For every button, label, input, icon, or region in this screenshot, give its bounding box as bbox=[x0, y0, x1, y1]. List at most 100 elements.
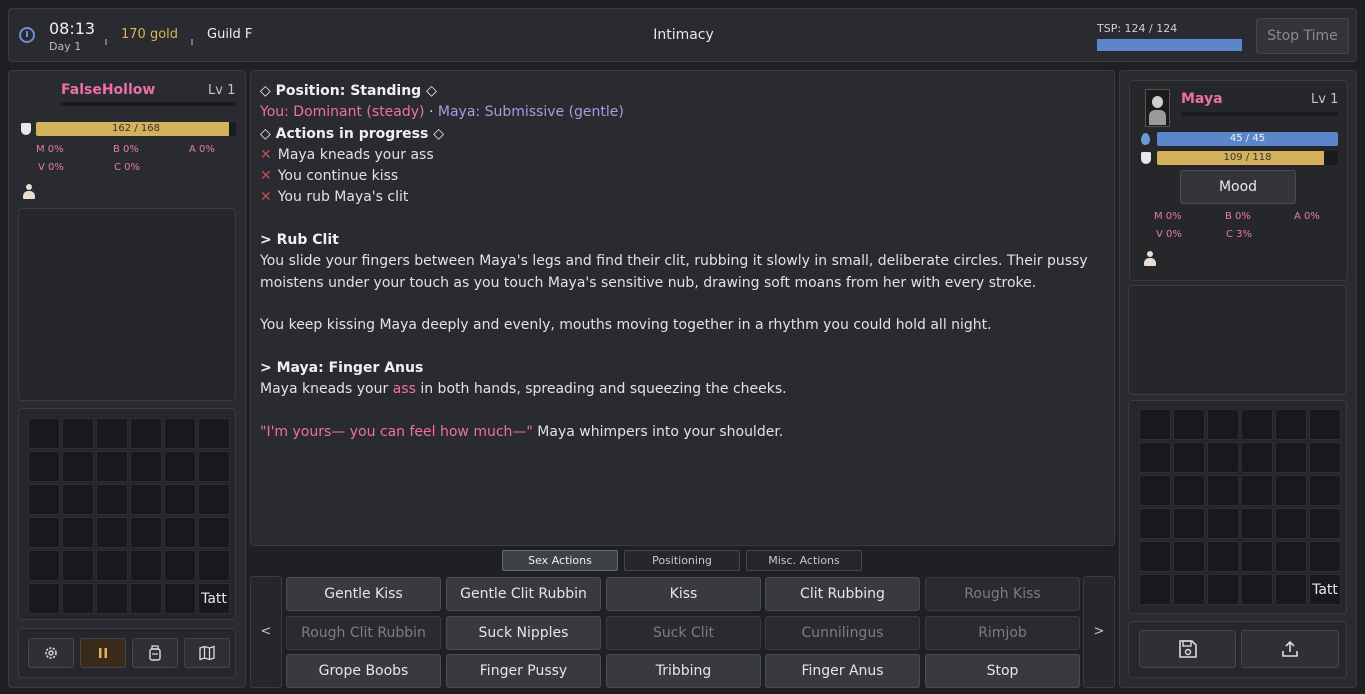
inventory-slot[interactable] bbox=[1139, 574, 1171, 605]
inventory-slot[interactable] bbox=[62, 517, 94, 548]
inventory-slot[interactable] bbox=[28, 451, 60, 482]
tab-sex-actions[interactable]: Sex Actions bbox=[502, 550, 618, 571]
inventory-slot[interactable] bbox=[130, 451, 162, 482]
inventory-slot[interactable] bbox=[130, 550, 162, 581]
inventory-slot[interactable] bbox=[1241, 574, 1273, 605]
inventory-slot[interactable] bbox=[62, 550, 94, 581]
inventory-slot[interactable] bbox=[28, 418, 60, 449]
action-button[interactable]: Kiss bbox=[606, 577, 761, 611]
inventory-slot[interactable] bbox=[1309, 442, 1341, 473]
inventory-slot[interactable] bbox=[130, 583, 162, 614]
inventory-slot[interactable] bbox=[164, 484, 196, 515]
inventory-slot[interactable] bbox=[28, 517, 60, 548]
inventory-slot[interactable] bbox=[1139, 541, 1171, 572]
pause-button[interactable] bbox=[80, 638, 126, 668]
action-button[interactable]: Rough Kiss bbox=[925, 577, 1080, 611]
action-button[interactable]: Gentle Kiss bbox=[286, 577, 441, 611]
tattoo-slot[interactable]: Tatt bbox=[198, 583, 230, 614]
inventory-slot[interactable] bbox=[1309, 508, 1341, 539]
inventory-slot[interactable] bbox=[130, 517, 162, 548]
action-button[interactable]: Finger Pussy bbox=[446, 654, 601, 688]
prev-page-button[interactable]: < bbox=[250, 576, 282, 688]
inventory-slot[interactable] bbox=[96, 517, 128, 548]
inventory-slot[interactable] bbox=[1173, 409, 1205, 440]
action-button[interactable]: Finger Anus bbox=[765, 654, 920, 688]
inventory-slot[interactable] bbox=[1139, 508, 1171, 539]
inventory-slot[interactable] bbox=[198, 451, 230, 482]
inventory-slot[interactable] bbox=[28, 550, 60, 581]
inventory-slot[interactable] bbox=[28, 583, 60, 614]
inventory-slot[interactable] bbox=[1207, 541, 1239, 572]
inventory-slot[interactable] bbox=[1275, 442, 1307, 473]
settings-button[interactable] bbox=[28, 638, 74, 668]
mood-button[interactable]: Mood bbox=[1180, 170, 1296, 204]
save-button[interactable] bbox=[1139, 630, 1236, 668]
inventory-slot[interactable] bbox=[1207, 475, 1239, 506]
inventory-slot[interactable] bbox=[1207, 574, 1239, 605]
action-button[interactable]: Clit Rubbing bbox=[765, 577, 920, 611]
tattoo-slot[interactable]: Tatt bbox=[1309, 574, 1341, 605]
inventory-slot[interactable] bbox=[164, 517, 196, 548]
action-button[interactable]: Gentle Clit Rubbin bbox=[446, 577, 601, 611]
inventory-slot[interactable] bbox=[164, 418, 196, 449]
action-button[interactable]: Suck Nipples bbox=[446, 616, 601, 650]
map-button[interactable] bbox=[184, 638, 230, 668]
inventory-slot[interactable] bbox=[1309, 409, 1341, 440]
inventory-slot[interactable] bbox=[62, 418, 94, 449]
inventory-slot[interactable] bbox=[96, 451, 128, 482]
inventory-slot[interactable] bbox=[1309, 541, 1341, 572]
action-button[interactable]: Rimjob bbox=[925, 616, 1080, 650]
stop-time-button[interactable]: Stop Time bbox=[1256, 18, 1349, 54]
inventory-slot[interactable] bbox=[130, 484, 162, 515]
inventory-slot[interactable] bbox=[198, 550, 230, 581]
inventory-slot[interactable] bbox=[1173, 475, 1205, 506]
inventory-slot[interactable] bbox=[1173, 442, 1205, 473]
inventory-slot[interactable] bbox=[1207, 442, 1239, 473]
inventory-slot[interactable] bbox=[1241, 442, 1273, 473]
cancel-icon[interactable]: ✕ bbox=[260, 168, 272, 184]
action-button[interactable]: Rough Clit Rubbin bbox=[286, 616, 441, 650]
inventory-slot[interactable] bbox=[62, 583, 94, 614]
inventory-slot[interactable] bbox=[1207, 409, 1239, 440]
export-button[interactable] bbox=[1241, 630, 1339, 668]
inventory-slot[interactable] bbox=[1275, 508, 1307, 539]
inventory-slot[interactable] bbox=[96, 550, 128, 581]
inventory-slot[interactable] bbox=[198, 418, 230, 449]
cancel-icon[interactable]: ✕ bbox=[260, 147, 272, 163]
inventory-slot[interactable] bbox=[1173, 508, 1205, 539]
next-page-button[interactable]: > bbox=[1083, 576, 1115, 688]
action-button[interactable]: Cunnilingus bbox=[765, 616, 920, 650]
tab-misc-actions[interactable]: Misc. Actions bbox=[746, 550, 862, 571]
inventory-slot[interactable] bbox=[1241, 541, 1273, 572]
tab-positioning[interactable]: Positioning bbox=[624, 550, 740, 571]
inventory-slot[interactable] bbox=[28, 484, 60, 515]
inventory-slot[interactable] bbox=[1241, 475, 1273, 506]
inventory-slot[interactable] bbox=[1173, 541, 1205, 572]
inventory-slot[interactable] bbox=[1139, 442, 1171, 473]
action-button[interactable]: Tribbing bbox=[606, 654, 761, 688]
action-button[interactable]: Suck Clit bbox=[606, 616, 761, 650]
inventory-slot[interactable] bbox=[62, 484, 94, 515]
inventory-slot[interactable] bbox=[164, 550, 196, 581]
inventory-slot[interactable] bbox=[198, 484, 230, 515]
inventory-slot[interactable] bbox=[96, 484, 128, 515]
inventory-slot[interactable] bbox=[1207, 508, 1239, 539]
inventory-slot[interactable] bbox=[96, 583, 128, 614]
inventory-slot[interactable] bbox=[198, 517, 230, 548]
inventory-button[interactable] bbox=[132, 638, 178, 668]
inventory-slot[interactable] bbox=[1241, 409, 1273, 440]
inventory-slot[interactable] bbox=[1309, 475, 1341, 506]
inventory-slot[interactable] bbox=[1275, 541, 1307, 572]
inventory-slot[interactable] bbox=[1275, 574, 1307, 605]
inventory-slot[interactable] bbox=[1139, 475, 1171, 506]
inventory-slot[interactable] bbox=[1173, 574, 1205, 605]
inventory-slot[interactable] bbox=[1275, 475, 1307, 506]
action-button[interactable]: Stop bbox=[925, 654, 1080, 688]
inventory-slot[interactable] bbox=[1139, 409, 1171, 440]
inventory-slot[interactable] bbox=[1241, 508, 1273, 539]
inventory-slot[interactable] bbox=[164, 583, 196, 614]
inventory-slot[interactable] bbox=[96, 418, 128, 449]
inventory-slot[interactable] bbox=[1275, 409, 1307, 440]
inventory-slot[interactable] bbox=[130, 418, 162, 449]
action-button[interactable]: Grope Boobs bbox=[286, 654, 441, 688]
